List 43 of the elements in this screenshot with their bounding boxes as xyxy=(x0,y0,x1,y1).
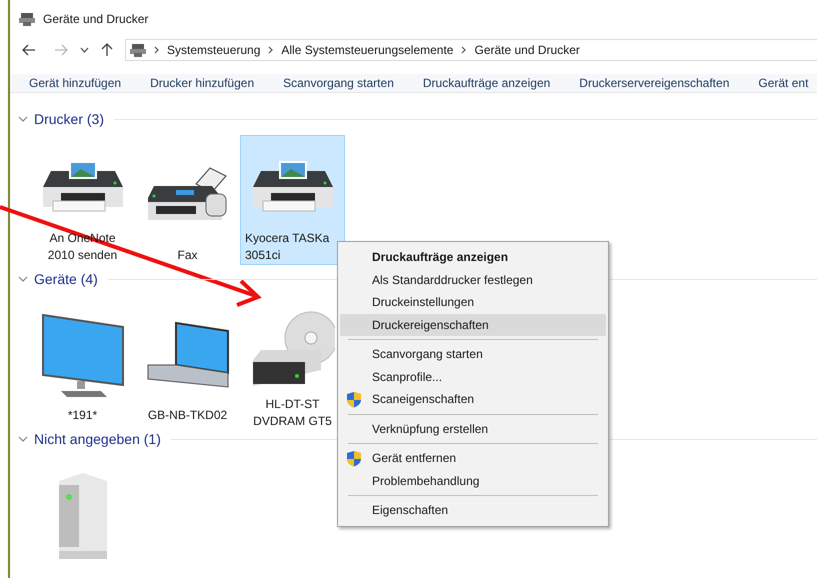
device-tile[interactable]: *191* xyxy=(30,295,135,425)
monitor-icon xyxy=(40,312,124,398)
chevron-icon[interactable] xyxy=(18,274,28,284)
chevron-icon[interactable] xyxy=(18,434,28,444)
menu-item[interactable]: Gerät entfernen xyxy=(340,447,606,470)
back-icon[interactable] xyxy=(22,44,36,56)
breadcrumb-item[interactable]: Alle Systemsteuerungselemente xyxy=(281,41,454,59)
chevron-right-icon xyxy=(268,46,274,54)
shield-icon xyxy=(346,450,362,467)
chevron-right-icon xyxy=(154,46,159,54)
up-icon[interactable] xyxy=(101,43,113,57)
shield-icon xyxy=(346,390,362,408)
chevron-down-icon[interactable] xyxy=(80,47,89,53)
device-tile[interactable]: Kyocera TASKa 3051ci xyxy=(240,135,345,265)
devices-printers-icon xyxy=(130,43,146,57)
menu-item[interactable]: Problembehandlung xyxy=(340,470,606,492)
group-header[interactable]: Drucker (3) xyxy=(34,108,104,130)
address-bar[interactable]: Systemsteuerung Alle Systemsteuerungselemente Geräte und Drucker xyxy=(125,39,817,61)
laptop-icon xyxy=(146,320,230,390)
group-header[interactable]: Nicht angegeben (1) xyxy=(34,428,161,450)
breadcrumb-item[interactable]: Systemsteuerung xyxy=(167,41,260,59)
device-label: Kyocera TASKa 3051ci xyxy=(244,230,330,264)
device-label: Fax xyxy=(176,247,198,264)
toolbar-button[interactable]: Scanvorgang starten xyxy=(283,74,394,92)
toolbar-button[interactable]: Gerät ent xyxy=(758,74,808,92)
device-tile[interactable]: Fax xyxy=(135,135,240,265)
toolbar-button[interactable]: Gerät hinzufügen xyxy=(29,74,122,92)
toolbar-button[interactable]: Druckaufträge anzeigen xyxy=(422,74,550,92)
menu-item[interactable]: Druckereigenschaften xyxy=(340,314,606,336)
group-header[interactable]: Geräte (4) xyxy=(34,268,98,290)
forward-icon[interactable] xyxy=(54,44,68,56)
chevron-icon[interactable] xyxy=(18,114,28,124)
device-label: GB-NB-TKD02 xyxy=(146,407,228,424)
menu-item[interactable]: Eigenschaften xyxy=(340,499,606,522)
menu-item[interactable]: Als Standarddrucker festlegen xyxy=(340,268,606,291)
devices-printers-icon xyxy=(19,12,35,26)
breadcrumb-item[interactable]: Geräte und Drucker xyxy=(474,41,580,59)
chevron-right-icon xyxy=(461,46,466,54)
toolbar-button[interactable]: Druckerservereigenschaften xyxy=(579,74,730,92)
device-tile[interactable]: GB-NB-TKD02 xyxy=(135,295,240,425)
window-title: Geräte und Drucker xyxy=(43,11,148,28)
toolbar-button[interactable]: Drucker hinzufügen xyxy=(150,74,254,92)
device-label: *191* xyxy=(66,407,98,424)
